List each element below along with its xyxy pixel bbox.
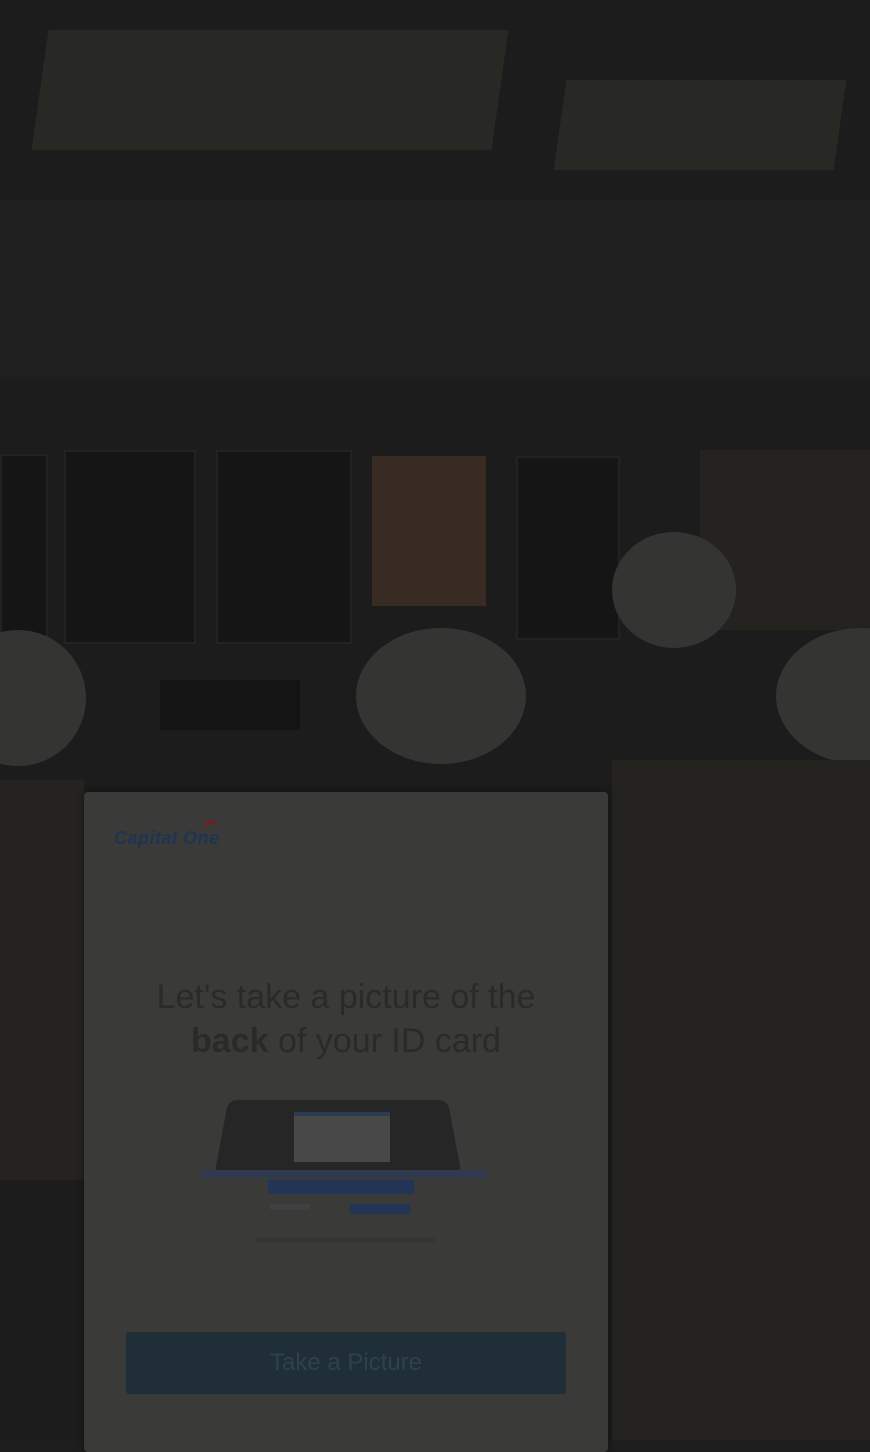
- id-card-icon: [268, 1180, 414, 1194]
- scanner-screen: [294, 1112, 390, 1162]
- capital-one-logo: Capital One: [114, 828, 220, 848]
- card-detail: [270, 1204, 310, 1210]
- id-capture-card: Capital One Let's take a picture of the …: [84, 792, 608, 1452]
- card-detail: [350, 1204, 410, 1214]
- illustration-shadow: [256, 1238, 436, 1242]
- take-picture-button[interactable]: Take a Picture: [126, 1332, 566, 1394]
- id-scanner-illustration: [196, 1092, 496, 1252]
- page-title: Let's take a picture of the back of your…: [156, 977, 536, 1060]
- scanner-base: [200, 1170, 488, 1178]
